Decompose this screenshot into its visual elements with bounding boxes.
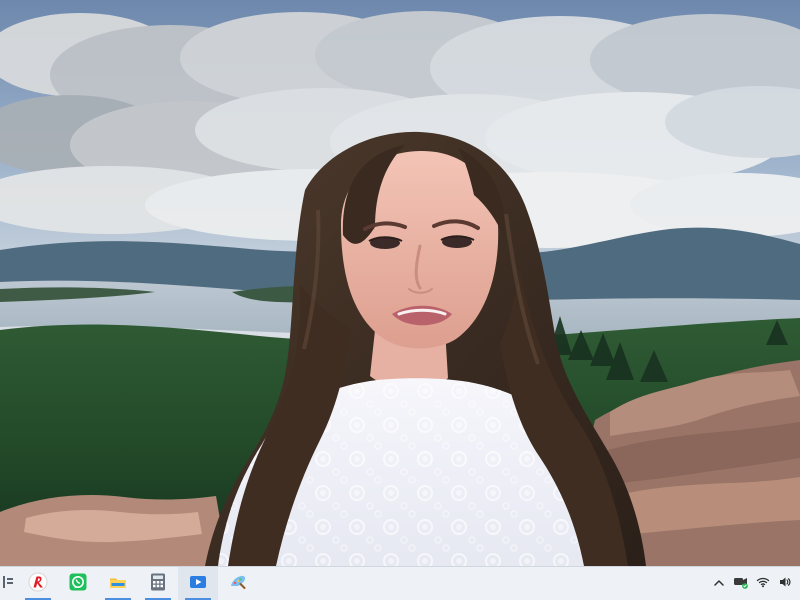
taskbar <box>0 566 800 600</box>
yandex-button[interactable] <box>18 567 58 600</box>
wifi-icon <box>756 574 770 593</box>
taskbar-pinned-apps <box>0 567 258 600</box>
file-explorer-icon <box>108 572 128 596</box>
wifi-button[interactable] <box>756 577 770 591</box>
file-explorer-button[interactable] <box>98 567 138 600</box>
partial-start-button[interactable] <box>0 567 18 600</box>
volume-button[interactable] <box>778 577 792 591</box>
calculator-icon <box>149 572 167 596</box>
media-player-icon <box>188 572 208 596</box>
desktop <box>0 0 800 600</box>
volume-icon <box>778 574 792 593</box>
paint-button[interactable] <box>218 567 258 600</box>
meet-now-icon <box>733 574 749 593</box>
system-tray <box>712 567 800 600</box>
meet-now-button[interactable] <box>734 577 748 591</box>
whatsapp-icon <box>68 572 88 596</box>
whatsapp-button[interactable] <box>58 567 98 600</box>
paint-icon <box>228 572 248 596</box>
scene-illustration <box>0 0 800 566</box>
partial-start-icon <box>3 574 15 594</box>
hidden-icons-button[interactable] <box>712 577 726 591</box>
video-frame <box>0 0 800 566</box>
media-player-button[interactable] <box>178 567 218 600</box>
yandex-icon <box>28 572 48 596</box>
chevron-up-icon <box>713 574 725 593</box>
calculator-button[interactable] <box>138 567 178 600</box>
